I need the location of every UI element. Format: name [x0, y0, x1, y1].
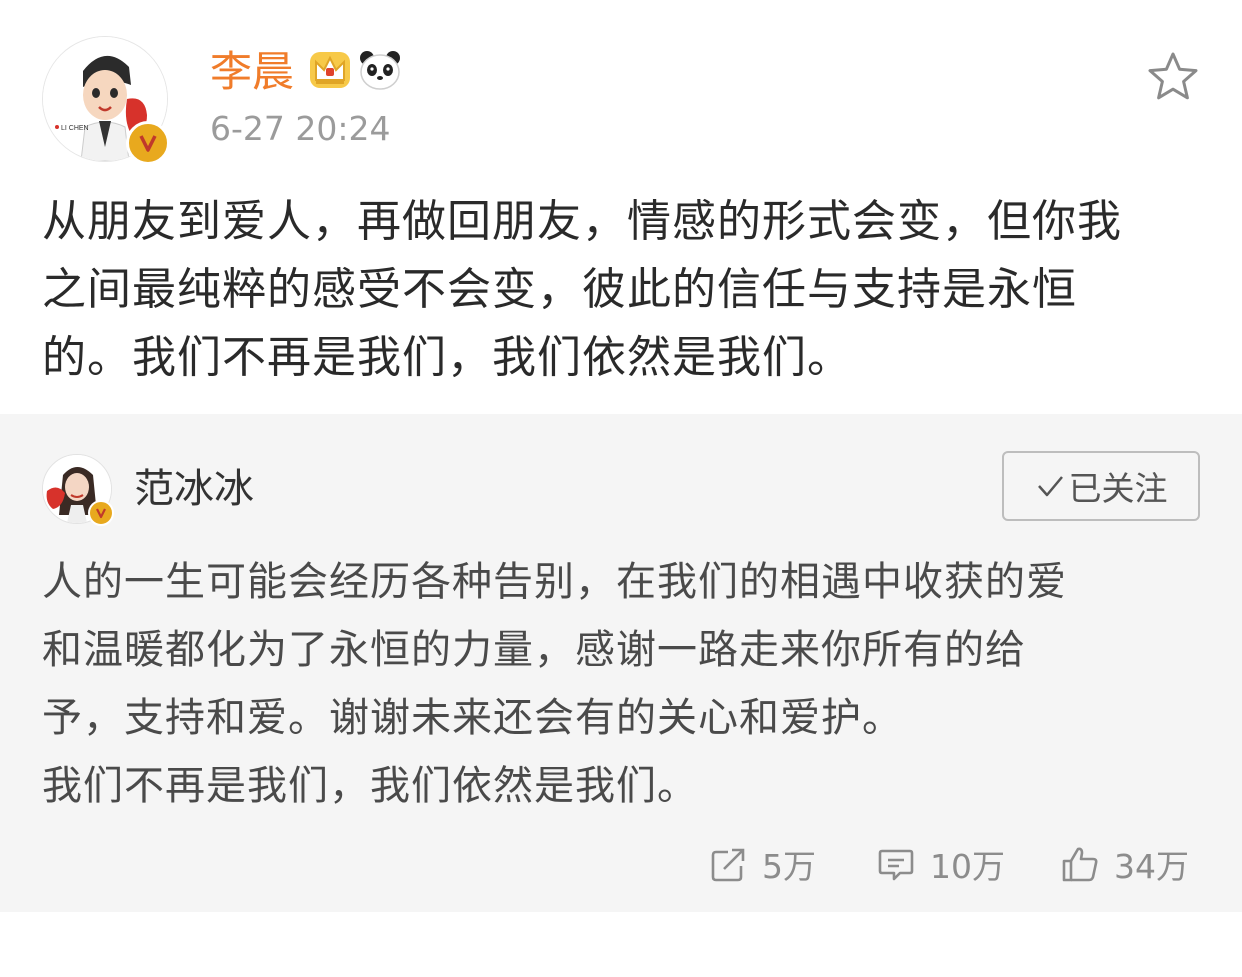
repost-count: 5万: [762, 847, 816, 886]
comment-count: 10万: [930, 847, 1005, 886]
repost-text-line: 人的一生可能会经历各种告别，在我们的相遇中收获的爱: [42, 559, 1067, 605]
author-name[interactable]: 李晨: [210, 44, 294, 100]
verified-badge-icon: [88, 500, 114, 526]
checkmark-icon: [1037, 476, 1063, 497]
like-count: 34万: [1114, 847, 1189, 886]
following-button[interactable]: 已关注: [1002, 451, 1200, 521]
verified-badge-icon: [126, 121, 170, 165]
repost-author-name[interactable]: 范冰冰: [134, 462, 254, 516]
post-text-line: 的。我们不再是我们，我们依然是我们。: [42, 332, 852, 383]
repost-text-line: 予，支持和爱。谢谢未来还会有的关心和爱护。: [42, 695, 903, 741]
post-time: 6-27 20:24: [210, 109, 391, 148]
repost-text-line: 我们不再是我们，我们依然是我们。: [42, 763, 698, 809]
following-button-label: 已关注: [1068, 469, 1168, 508]
repost-text-line: 和温暖都化为了永恒的力量，感谢一路走来你所有的给: [42, 627, 1026, 673]
repost-text: 人的一生可能会经历各种告别，在我们的相遇中收获的爱 和温暖都化为了永恒的力量，感…: [42, 548, 1202, 820]
comment-bubble-icon: [878, 849, 914, 881]
star-outline-icon[interactable]: [1146, 50, 1200, 104]
share-arrow-icon: [711, 848, 745, 882]
post-text: 从朋友到爱人，再做回朋友，情感的形式会变，但你我 之间最纯粹的感受不会变，彼此的…: [42, 188, 1202, 392]
avatar-caption: LI CHEN: [61, 125, 89, 132]
reposted-card[interactable]: 范冰冰 已关注 人的一生可能会经历各种告别，在我们的相遇中收获的爱 和温暖都化为…: [0, 414, 1242, 912]
comment-button[interactable]: 10万: [876, 836, 1005, 892]
repost-button[interactable]: 5万: [708, 836, 816, 892]
post-text-line: 之间最纯粹的感受不会变，彼此的信任与支持是永恒: [42, 264, 1077, 315]
action-bar: 5万 10万 34万: [0, 836, 1242, 892]
weibo-post: LI CHEN 李晨 6-27 20:24 从朋友到爱人，再做回朋友，情感的形式…: [0, 0, 1242, 977]
crown-icon[interactable]: [306, 46, 354, 94]
panda-icon[interactable]: [356, 46, 404, 94]
like-button[interactable]: 34万: [1060, 836, 1189, 892]
post-text-line: 从朋友到爱人，再做回朋友，情感的形式会变，但你我: [42, 196, 1122, 247]
thumbs-up-icon: [1062, 847, 1098, 882]
